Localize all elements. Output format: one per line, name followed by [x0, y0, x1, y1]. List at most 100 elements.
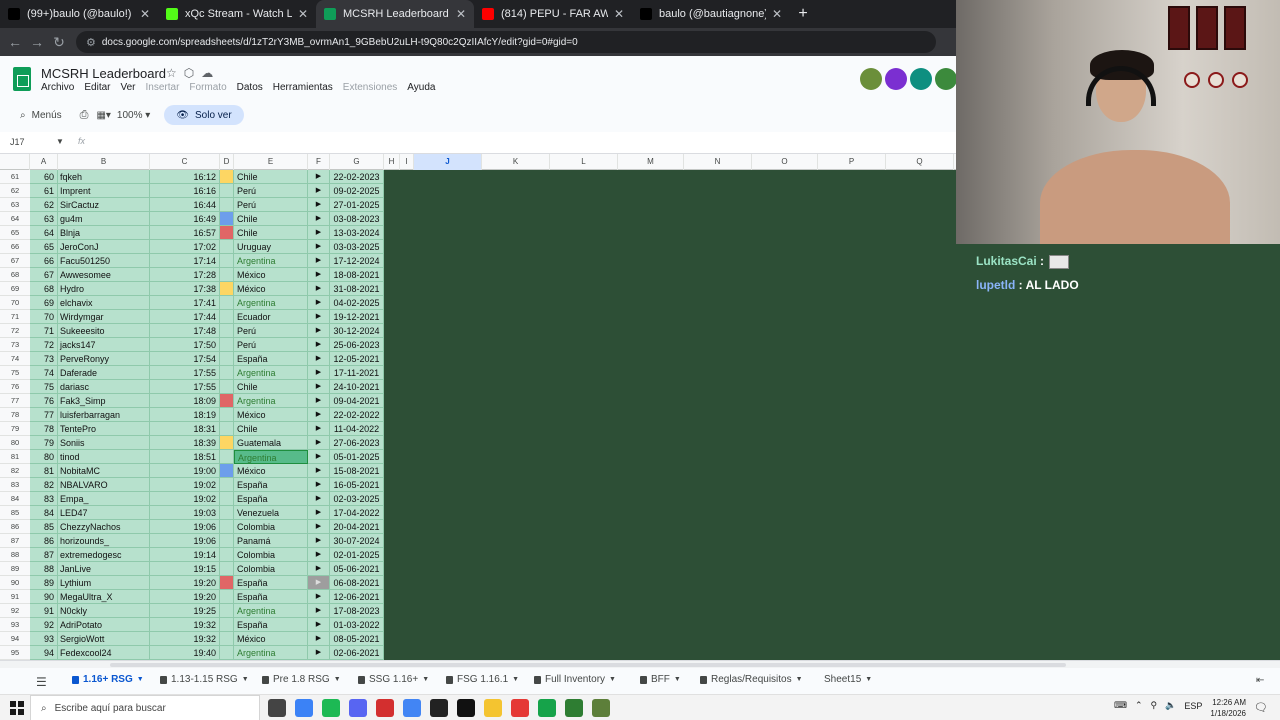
table-row[interactable]: 62 61 Imprent 16:16 Perú ▶ 09-02-2025 — [0, 184, 956, 198]
row-number[interactable]: 81 — [0, 450, 30, 464]
time-cell[interactable]: 19:20 — [150, 590, 220, 604]
date-cell[interactable]: 30-07-2024 — [330, 534, 384, 548]
player-name-cell[interactable]: LED47 — [58, 506, 150, 520]
opera-icon[interactable] — [511, 699, 529, 717]
back-icon[interactable]: ← — [4, 34, 26, 50]
marker-cell[interactable] — [220, 590, 234, 604]
addon-icon[interactable] — [885, 68, 907, 90]
play-video-icon[interactable]: ▶ — [308, 646, 330, 660]
time-cell[interactable]: 17:02 — [150, 240, 220, 254]
menu-item[interactable]: Ayuda — [407, 82, 435, 93]
country-cell[interactable]: Argentina — [234, 254, 308, 268]
sheets-logo-icon[interactable] — [13, 67, 31, 91]
player-name-cell[interactable]: Sukeeesito — [58, 324, 150, 338]
row-number[interactable]: 64 — [0, 212, 30, 226]
minecraft-icon[interactable] — [592, 699, 610, 717]
rank-cell[interactable]: 75 — [30, 380, 58, 394]
row-number[interactable]: 72 — [0, 324, 30, 338]
network-icon[interactable]: ⚲ — [1151, 700, 1158, 711]
table-row[interactable]: 86 85 ChezzyNachos 19:06 Colombia ▶ 20-04-2021 — [0, 520, 956, 534]
collapse-icon[interactable]: ⇤ — [1256, 675, 1264, 686]
time-cell[interactable]: 19:32 — [150, 618, 220, 632]
obs-icon[interactable] — [430, 699, 448, 717]
rank-cell[interactable]: 62 — [30, 198, 58, 212]
row-number[interactable]: 92 — [0, 604, 30, 618]
marker-cell[interactable] — [220, 646, 234, 660]
table-row[interactable]: 89 88 JanLive 19:15 Colombia ▶ 05-06-2021 — [0, 562, 956, 576]
minecraft-icon[interactable] — [565, 699, 583, 717]
table-row[interactable]: 84 83 Empa_ 19:02 España ▶ 02-03-2025 — [0, 492, 956, 506]
rank-cell[interactable]: 81 — [30, 464, 58, 478]
country-cell[interactable]: España — [234, 576, 308, 590]
player-name-cell[interactable]: gu4m — [58, 212, 150, 226]
country-cell[interactable]: Chile — [234, 170, 308, 184]
marker-cell[interactable] — [220, 296, 234, 310]
addon-icon[interactable] — [860, 68, 882, 90]
row-number[interactable]: 73 — [0, 338, 30, 352]
play-video-icon[interactable]: ▶ — [308, 254, 330, 268]
row-number[interactable]: 80 — [0, 436, 30, 450]
time-cell[interactable]: 19:15 — [150, 562, 220, 576]
player-name-cell[interactable]: fqkeh — [58, 170, 150, 184]
country-cell[interactable]: Colombia — [234, 562, 308, 576]
marker-cell[interactable] — [220, 268, 234, 282]
time-cell[interactable]: 19:32 — [150, 632, 220, 646]
marker-cell[interactable] — [220, 562, 234, 576]
sheet-tab[interactable]: Pre 1.8 RSG ▼ — [262, 674, 341, 685]
play-video-icon[interactable]: ▶ — [308, 198, 330, 212]
sheet-tab[interactable]: SSG 1.16+ ▼ — [358, 674, 429, 685]
table-row[interactable]: 77 76 Fak3_Simp 18:09 Argentina ▶ 09-04-2021 — [0, 394, 956, 408]
table-row[interactable]: 85 84 LED47 19:03 Venezuela ▶ 17-04-2022 — [0, 506, 956, 520]
time-cell[interactable]: 19:06 — [150, 520, 220, 534]
time-cell[interactable]: 17:41 — [150, 296, 220, 310]
column-header-n[interactable]: N — [684, 154, 752, 170]
close-tab-icon[interactable]: ✕ — [140, 7, 150, 21]
rank-cell[interactable]: 78 — [30, 422, 58, 436]
date-cell[interactable]: 09-02-2025 — [330, 184, 384, 198]
move-icon[interactable]: ⬡ — [184, 66, 201, 80]
chevron-down-icon[interactable]: ▼ — [609, 676, 616, 683]
date-cell[interactable]: 17-12-2024 — [330, 254, 384, 268]
rank-cell[interactable]: 83 — [30, 492, 58, 506]
date-cell[interactable]: 17-11-2021 — [330, 366, 384, 380]
date-cell[interactable]: 16-05-2021 — [330, 478, 384, 492]
date-cell[interactable]: 17-08-2023 — [330, 604, 384, 618]
country-cell[interactable]: Perú — [234, 184, 308, 198]
table-row[interactable]: 88 87 extremedogesc 19:14 Colombia ▶ 02-01-202… — [0, 548, 956, 562]
marker-cell[interactable] — [220, 380, 234, 394]
row-number[interactable]: 87 — [0, 534, 30, 548]
spotify-icon[interactable] — [322, 699, 340, 717]
play-video-icon[interactable]: ▶ — [308, 478, 330, 492]
row-number[interactable]: 86 — [0, 520, 30, 534]
rank-cell[interactable]: 72 — [30, 338, 58, 352]
marker-cell[interactable] — [220, 422, 234, 436]
country-cell[interactable]: Argentina — [234, 366, 308, 380]
player-name-cell[interactable]: Empa_ — [58, 492, 150, 506]
task-view-icon[interactable] — [268, 699, 286, 717]
play-video-icon[interactable]: ▶ — [308, 338, 330, 352]
table-row[interactable]: 71 70 Wirdymgar 17:44 Ecuador ▶ 19-12-2021 — [0, 310, 956, 324]
table-row[interactable]: 70 69 elchavix 17:41 Argentina ▶ 04-02-2025 — [0, 296, 956, 310]
menu-item[interactable]: Datos — [237, 82, 263, 93]
date-cell[interactable]: 02-06-2021 — [330, 646, 384, 660]
date-cell[interactable]: 12-06-2021 — [330, 590, 384, 604]
country-cell[interactable]: México — [234, 464, 308, 478]
date-cell[interactable]: 03-08-2023 — [330, 212, 384, 226]
zoom-select[interactable]: 100% ▾ — [117, 110, 150, 121]
taskbar-search[interactable]: ⌕ Escribe aquí para buscar — [30, 695, 260, 720]
browser-tab[interactable]: (814) PEPU - FAR AWAY (Video ✕ — [474, 0, 632, 28]
table-row[interactable]: 73 72 jacks147 17:50 Perú ▶ 25-06-2023 — [0, 338, 956, 352]
chevron-down-icon[interactable]: ▼ — [334, 676, 341, 683]
player-name-cell[interactable]: Fedexcool24 — [58, 646, 150, 660]
play-video-icon[interactable]: ▶ — [308, 240, 330, 254]
player-name-cell[interactable]: SirCactuz — [58, 198, 150, 212]
country-cell[interactable]: Perú — [234, 324, 308, 338]
rank-cell[interactable]: 67 — [30, 268, 58, 282]
scrollbar-thumb[interactable] — [110, 663, 1066, 667]
row-number[interactable]: 93 — [0, 618, 30, 632]
app-icon[interactable] — [376, 699, 394, 717]
marker-cell[interactable] — [220, 170, 234, 184]
player-name-cell[interactable]: Blnja — [58, 226, 150, 240]
table-row[interactable]: 79 78 TentePro 18:31 Chile ▶ 11-04-2022 — [0, 422, 956, 436]
date-cell[interactable]: 11-04-2022 — [330, 422, 384, 436]
